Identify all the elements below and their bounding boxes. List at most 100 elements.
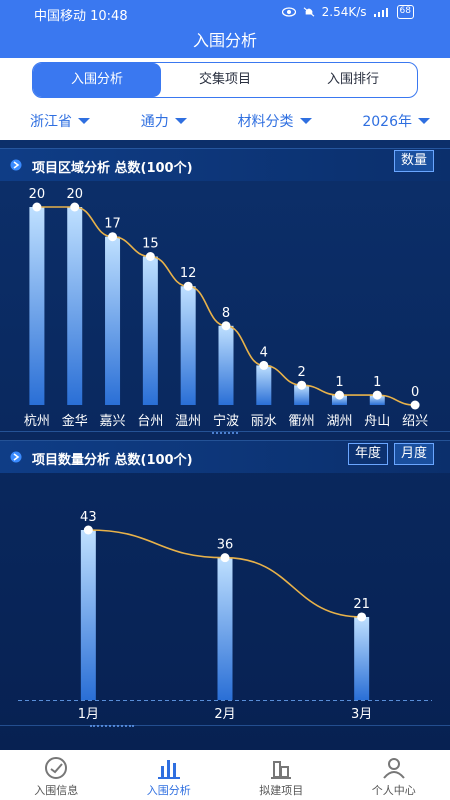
data-label: 8 (222, 306, 230, 321)
trend-point (83, 525, 93, 535)
trend-point (410, 400, 420, 410)
filter-label: 2026年 (362, 114, 412, 130)
tick-label: 宁波 (213, 413, 239, 429)
trend-point (357, 612, 367, 622)
count-card-header: 项目数量分析 总数(100个) 年度 月度 (0, 441, 450, 473)
trend-point (145, 252, 155, 261)
region-bar-chart: 20 杭州 20 金华 17 嘉兴 15 台州 12 温州 8 宁波 4 丽水 2 衢州 1 湖州 1 舟山 0 绍兴 (24, 187, 428, 429)
battery-level: 68 (396, 5, 414, 19)
nav-item-profile[interactable]: 个人中心 (338, 750, 450, 800)
year-filter[interactable]: 2026年 (362, 106, 430, 136)
tick-label: 绍兴 (402, 414, 428, 429)
mute-bell-icon (303, 7, 315, 17)
trend-point (32, 202, 42, 212)
tick-label: 嘉兴 (100, 414, 126, 429)
bar (256, 365, 272, 405)
caret-down-icon (417, 118, 430, 124)
region-card: 项目区域分析 总数(100个) 数量 20 杭州 20 金华 17 嘉兴 15 台州 12 温州 8… (0, 148, 450, 434)
bottom-nav: 入围信息 入围分析 拟建项目 个人中心 (0, 750, 450, 800)
tick-label: 3月 (351, 707, 372, 722)
data-label: 20 (66, 187, 83, 202)
tick-label: 衢州 (289, 414, 315, 429)
caret-down-icon (299, 118, 312, 124)
building-icon (271, 761, 292, 779)
bar (217, 557, 233, 700)
data-label: 1 (335, 375, 343, 390)
tick-label: 温州 (175, 414, 201, 429)
eye-icon (281, 7, 296, 17)
arrow-right-icon (10, 451, 22, 463)
count-bar-chart: 43 1月 36 2月 21 3月 (18, 510, 432, 722)
divider-dots (90, 725, 134, 727)
bar (67, 207, 83, 405)
data-label: 21 (353, 597, 370, 612)
tick-label: 金华 (62, 413, 88, 429)
quantity-button[interactable]: 数量 (393, 150, 434, 172)
seal-icon (45, 757, 68, 779)
region-card-header: 项目区域分析 总数(100个) 数量 (0, 149, 450, 181)
data-label: 2 (297, 365, 305, 380)
tab-analysis[interactable]: 入围分析 (33, 63, 161, 97)
carrier-time: 中国移动 10:48 (34, 9, 128, 24)
trend-point (183, 281, 193, 291)
data-label: 17 (104, 217, 121, 232)
segmented-tabs: 入围分析 交集项目 入围排行 (32, 62, 418, 98)
bar (142, 256, 158, 405)
data-label: 15 (142, 237, 159, 252)
material-filter[interactable]: 材料分类 (238, 106, 312, 136)
nav-item-info[interactable]: 入围信息 (0, 750, 113, 800)
bar (180, 286, 196, 405)
trend-point (372, 390, 382, 400)
status-right: 2.54K/s 68 (281, 5, 414, 19)
nav-item-planned[interactable]: 拟建项目 (225, 750, 338, 800)
filter-label: 材料分类 (237, 114, 294, 130)
trend-point (334, 390, 344, 400)
brand-filter[interactable]: 通力 (141, 106, 187, 136)
data-label: 12 (180, 266, 197, 281)
tab-intersection[interactable]: 交集项目 (161, 63, 289, 97)
divider-dots (212, 432, 238, 434)
data-label: 43 (80, 510, 97, 525)
bar (218, 325, 234, 405)
arrow-right-icon (10, 159, 22, 171)
app-header: 中国移动 10:48 2.54K/s 68 入围分析 (0, 0, 450, 58)
trend-point (220, 553, 230, 563)
bar (80, 530, 96, 700)
bar (105, 236, 121, 405)
status-bar: 中国移动 10:48 2.54K/s 68 (0, 0, 450, 24)
tick-label: 湖州 (326, 414, 352, 429)
controls-panel: 入围分析 交集项目 入围排行 浙江省 通力 材料分类 2026年 (0, 58, 450, 140)
nav-item-analysis[interactable]: 入围分析 (113, 750, 226, 800)
tick-label: 1月 (78, 707, 99, 722)
page-title: 入围分析 (192, 31, 257, 50)
province-filter[interactable]: 浙江省 (30, 106, 90, 136)
filter-bar: 浙江省 通力 材料分类 2026年 (0, 106, 450, 136)
person-icon (382, 758, 405, 779)
data-label: 0 (411, 385, 419, 400)
count-card-title: 项目数量分析 总数(100个) (32, 453, 193, 468)
bar (29, 207, 45, 405)
year-button[interactable]: 年度 (347, 443, 388, 465)
region-card-title: 项目区域分析 总数(100个) (32, 161, 193, 176)
month-button[interactable]: 月度 (393, 443, 434, 465)
signal-icon (373, 7, 388, 17)
trend-point (108, 232, 118, 242)
network-speed: 2.54K/s (321, 5, 367, 19)
tick-label: 台州 (137, 414, 163, 429)
bar-chart-icon (157, 760, 180, 779)
nav-label: 拟建项目 (259, 784, 304, 797)
tab-ranking[interactable]: 入围排行 (289, 63, 417, 97)
tick-label: 2月 (214, 707, 235, 722)
trend-point (221, 321, 231, 331)
count-card: 项目数量分析 总数(100个) 年度 月度 43 1月 36 2月 21 3月 (0, 440, 450, 727)
tick-label: 舟山 (364, 414, 390, 429)
filter-label: 通力 (140, 114, 169, 130)
caret-down-icon (78, 118, 90, 124)
bar (354, 616, 370, 700)
filter-label: 浙江省 (30, 114, 72, 130)
trend-point (259, 360, 269, 370)
tick-label: 丽水 (251, 414, 277, 429)
nav-label: 入围信息 (34, 784, 79, 797)
data-label: 1 (373, 375, 381, 390)
caret-down-icon (174, 118, 187, 124)
